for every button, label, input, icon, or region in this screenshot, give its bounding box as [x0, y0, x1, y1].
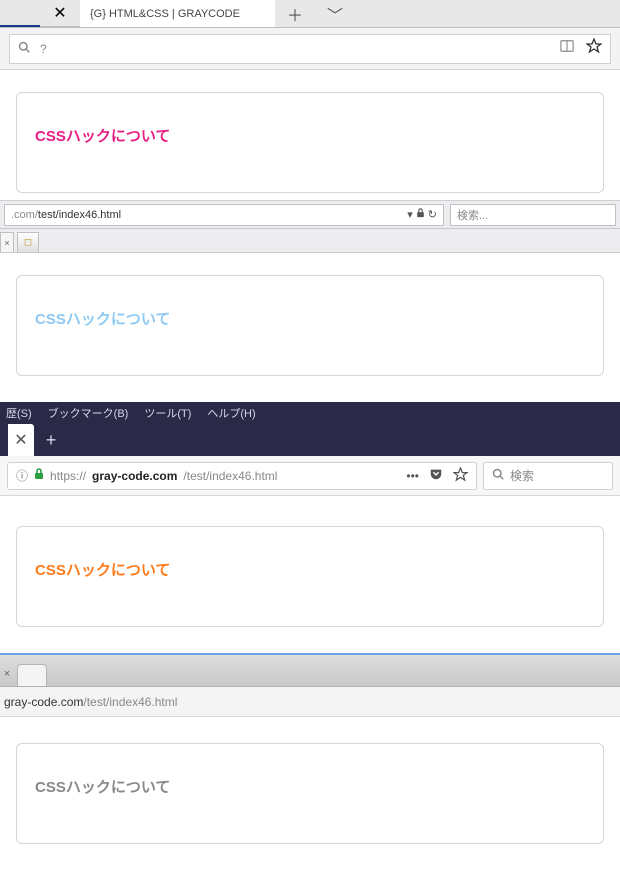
url-host: gray-code.com [92, 469, 177, 483]
reading-view-icon[interactable] [560, 39, 574, 58]
url-input[interactable]: .com/test/index46.html ▾ ↻ [4, 204, 444, 226]
demo-box: CSSハックについて [16, 92, 604, 193]
demo-box: CSSハックについて [16, 526, 604, 627]
close-tab-button[interactable]: × [0, 668, 14, 680]
url-bar-row: ? [0, 28, 620, 70]
demo-heading: CSSハックについて [35, 308, 585, 329]
search-input[interactable]: 検索... [450, 204, 616, 226]
demo-box: CSSハックについて [16, 275, 604, 376]
url-path: /test/index46.html [83, 695, 177, 709]
browser-firefox: 歴(S) ブックマーク(B) ツール(T) ヘルプ(H) ✕ + ⓘ https… [0, 402, 620, 653]
tab-bar: ✕ {G} HTML&CSS | GRAYCODE ＋ ﹀ [0, 0, 620, 28]
search-placeholder: 検索... [457, 207, 488, 223]
url-host: gray-code.com [4, 695, 83, 709]
demo-heading: CSSハックについて [35, 125, 585, 146]
close-icon: ✕ [53, 3, 66, 23]
url-prefix: .com/ [11, 209, 38, 221]
page-content: CSSハックについて [0, 496, 620, 653]
url-input[interactable]: gray-code.com/test/index46.html [0, 687, 620, 717]
browser-chrome: × gray-code.com/test/index46.html CSSハック… [0, 653, 620, 870]
url-placeholder: ? [40, 42, 550, 56]
lock-icon[interactable] [416, 208, 425, 221]
menu-bar: 歴(S) ブックマーク(B) ツール(T) ヘルプ(H) [0, 402, 620, 424]
demo-heading: CSSハックについて [35, 776, 585, 797]
refresh-icon[interactable]: ↻ [428, 208, 437, 221]
page-content: CSSハックについて [0, 70, 620, 193]
tabs-spacer [0, 424, 8, 456]
pocket-icon[interactable] [429, 467, 443, 484]
close-icon: × [4, 668, 10, 680]
tab-title: {G} HTML&CSS | GRAYCODE [90, 8, 240, 20]
tab-blank[interactable] [17, 664, 47, 686]
demo-heading: CSSハックについて [35, 559, 585, 580]
page-content: CSSハックについて [0, 717, 620, 870]
search-placeholder: 検索 [510, 467, 534, 484]
url-proto: https:// [50, 469, 86, 483]
tab-bar: × [0, 655, 620, 687]
tab-active-indicator [0, 0, 40, 27]
url-right-icons [560, 38, 602, 59]
new-tab-button[interactable]: + [34, 424, 68, 456]
favorite-icon[interactable] [586, 38, 602, 59]
url-bar-row: ⓘ https:// gray-code.com/test/index46.htm… [0, 456, 620, 496]
menu-tools[interactable]: ツール(T) [144, 405, 191, 421]
url-path: test/index46.html [38, 209, 121, 221]
browser-ie: .com/test/index46.html ▾ ↻ 検索... × ◻ CSS… [0, 200, 620, 402]
plus-icon: ＋ [287, 2, 303, 26]
chevron-down-icon: ﹀ [327, 2, 343, 26]
close-tab-button[interactable]: ✕ [40, 0, 80, 27]
close-icon: × [4, 238, 9, 248]
search-input[interactable]: 検索 [483, 462, 613, 490]
menu-bookmark[interactable]: ブックマーク(B) [48, 405, 129, 421]
favorite-icon[interactable] [453, 467, 468, 485]
new-tab-button[interactable]: ◻ [17, 232, 39, 252]
url-input[interactable]: ⓘ https:// gray-code.com/test/index46.htm… [7, 462, 477, 490]
lock-icon [34, 468, 44, 483]
tab-bar: × ◻ [0, 229, 620, 253]
search-icon [18, 41, 30, 56]
url-input[interactable]: ? [9, 34, 611, 64]
close-tab-button[interactable]: ✕ [8, 424, 34, 456]
dropdown-icon[interactable]: ▾ [407, 208, 413, 221]
search-icon [492, 468, 504, 483]
url-right-icons: ••• [406, 467, 468, 485]
toolbar: .com/test/index46.html ▾ ↻ 検索... [0, 201, 620, 229]
tab-bar: ✕ + [0, 424, 620, 456]
close-tab-button[interactable]: × [0, 232, 14, 252]
plus-icon: + [46, 430, 57, 451]
menu-help[interactable]: ヘルプ(H) [207, 405, 255, 421]
new-page-icon: ◻ [24, 237, 32, 248]
tab-graycode[interactable]: {G} HTML&CSS | GRAYCODE [80, 0, 275, 27]
close-icon: ✕ [14, 430, 27, 450]
tabs-overflow-button[interactable]: ﹀ [315, 0, 355, 27]
url-right-icons: ▾ ↻ [407, 208, 437, 221]
demo-box: CSSハックについて [16, 743, 604, 844]
browser-edge: ✕ {G} HTML&CSS | GRAYCODE ＋ ﹀ ? [0, 0, 620, 200]
menu-history[interactable]: 歴(S) [6, 405, 32, 421]
url-path: /test/index46.html [183, 469, 277, 483]
info-icon[interactable]: ⓘ [16, 467, 28, 484]
page-content: CSSハックについて [0, 253, 620, 402]
new-tab-button[interactable]: ＋ [275, 0, 315, 27]
more-icon[interactable]: ••• [406, 469, 419, 483]
